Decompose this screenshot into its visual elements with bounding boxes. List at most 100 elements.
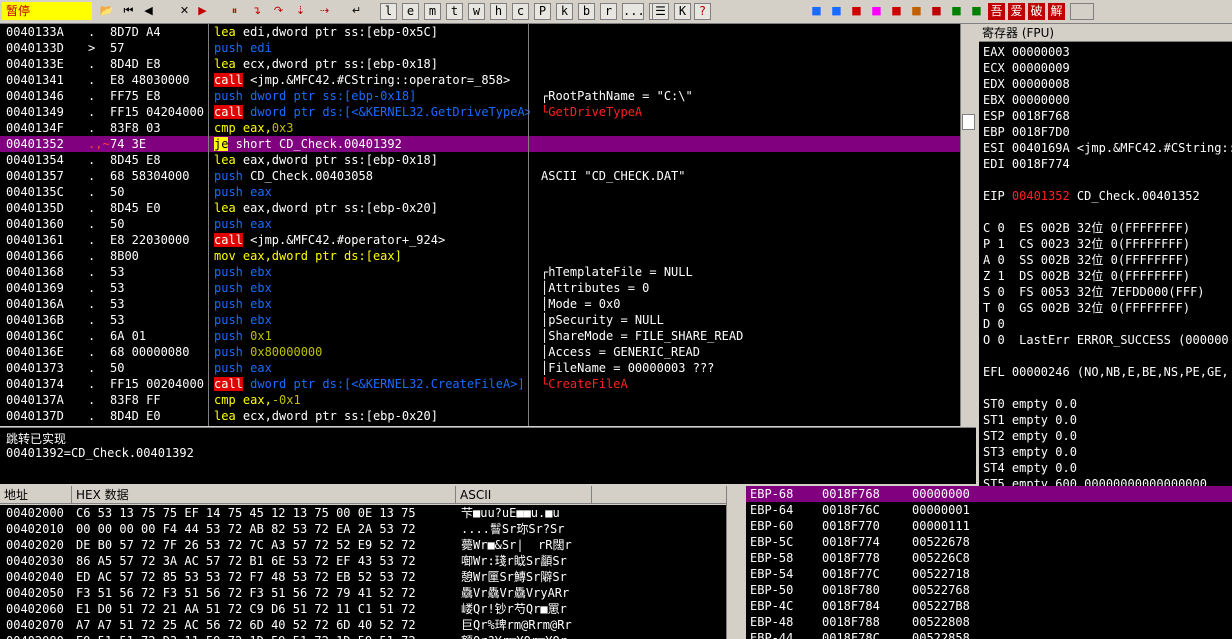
dump-row[interactable]: 00402000 C6 53 13 75 75 EF 14 75 45 12 13…: [0, 505, 726, 521]
register-line[interactable]: A 0 SS 002B 32位 0(FFFFFFFF): [983, 252, 1190, 268]
memory-icon[interactable]: ■: [948, 3, 965, 20]
record-icon[interactable]: ■: [868, 3, 885, 20]
toolbar-blank-button[interactable]: [1070, 3, 1094, 20]
register-line[interactable]: ESP 0018F768: [983, 108, 1070, 124]
stack-row[interactable]: EBP-58 0018F778 005226C8: [746, 550, 1232, 566]
dump-row[interactable]: 00402060 E1 D0 51 72 21 AA 51 72 C9 D6 51…: [0, 601, 726, 617]
disasm-row[interactable]: 00401352 .,~ 74 3E je short CD_Check.004013…: [0, 136, 960, 152]
execute-till-return-icon[interactable]: ↵: [348, 3, 365, 20]
register-line[interactable]: EDI 0018F774: [983, 156, 1070, 172]
stack-pane[interactable]: EBP-68 0018F768 00000000 EBP-64 0018F76C 0000…: [746, 486, 1232, 639]
toolbar-button-b[interactable]: b: [578, 3, 595, 20]
disasm-row[interactable]: 00401369. 53 push ebx │Attributes = 0: [0, 280, 960, 296]
register-line[interactable]: ST0 empty 0.0: [983, 396, 1077, 412]
dump-header-hex[interactable]: HEX 数据: [72, 486, 456, 504]
stack-row[interactable]: EBP-4C 0018F784 005227B8: [746, 598, 1232, 614]
disasm-row[interactable]: 00401360. 50 push eax: [0, 216, 960, 232]
grid-icon[interactable]: ■: [928, 3, 945, 20]
stack-row[interactable]: EBP-54 0018F77C 00522718: [746, 566, 1232, 582]
disasm-row[interactable]: 0040137D. 8D4D E0 lea ecx,dword ptr ss:[eb…: [0, 408, 960, 424]
plugin-button[interactable]: 解: [1048, 3, 1065, 20]
toolbar-button-k[interactable]: k: [556, 3, 573, 20]
registers-pane[interactable]: 寄存器 (FPU) EAX 00000003 ECX 00000009 EDX 00…: [979, 24, 1232, 486]
disasm-row[interactable]: 00401374. FF15 00204000 call dword ptr ds:…: [0, 376, 960, 392]
register-line[interactable]: EAX 00000003: [983, 44, 1070, 60]
pause-icon[interactable]: ⏸: [226, 3, 243, 20]
register-line[interactable]: Z 1 DS 002B 32位 0(FFFFFFFF): [983, 268, 1190, 284]
back-step-icon[interactable]: ◀: [140, 3, 157, 20]
cpu-scrollbar[interactable]: [960, 24, 976, 426]
disasm-row[interactable]: 0040135D. 8D45 E0 lea eax,dword ptr ss:[eb…: [0, 200, 960, 216]
register-line[interactable]: D 0: [983, 316, 1005, 332]
register-line[interactable]: ST1 empty 0.0: [983, 412, 1077, 428]
toolbar-button-l[interactable]: l: [380, 3, 397, 20]
disasm-row[interactable]: 0040134F. 83F8 03 cmp eax,0x3: [0, 120, 960, 136]
refresh-icon[interactable]: ■: [808, 3, 825, 20]
register-line[interactable]: EFL 00000246 (NO,NB,E,BE,NS,PE,GE,: [983, 364, 1229, 380]
dump-row[interactable]: 00402040 ED AC 57 72 85 53 53 72 F7 48 53…: [0, 569, 726, 585]
k-icon[interactable]: K: [674, 3, 691, 20]
plugin-button[interactable]: 破: [1028, 3, 1045, 20]
disasm-row[interactable]: 00401346. FF75 E8 push dword ptr ss:[ebp-0…: [0, 88, 960, 104]
disasm-row[interactable]: 0040133A. 8D7D A4 lea edi,dword ptr ss:[eb…: [0, 24, 960, 40]
step-into-icon[interactable]: ↴: [248, 3, 265, 20]
target-icon[interactable]: ■: [888, 3, 905, 20]
register-line[interactable]: T 0 GS 002B 32位 0(FFFFFFFF): [983, 300, 1190, 316]
trace-over-icon[interactable]: ⇢: [316, 3, 333, 20]
disasm-row[interactable]: 00401349. FF15 04204000 call dword ptr ds:…: [0, 104, 960, 120]
dump-header-ascii[interactable]: ASCII: [456, 486, 592, 504]
toolbar-button-m[interactable]: m: [424, 3, 441, 20]
register-line[interactable]: ST3 empty 0.0: [983, 444, 1077, 460]
toolbar-button-h[interactable]: h: [490, 3, 507, 20]
dump-scrollbar[interactable]: [726, 486, 744, 639]
register-line[interactable]: EBP 0018F7D0: [983, 124, 1070, 140]
register-line[interactable]: ST4 empty 0.0: [983, 460, 1077, 476]
stack-row[interactable]: EBP-50 0018F780 00522768: [746, 582, 1232, 598]
disasm-row[interactable]: 0040137A. 83F8 FF cmp eax,-0x1: [0, 392, 960, 408]
open-icon[interactable]: 📂: [98, 3, 115, 20]
register-line[interactable]: C 0 ES 002B 32位 0(FFFFFFFF): [983, 220, 1190, 236]
chip-icon[interactable]: ■: [968, 3, 985, 20]
disk-icon[interactable]: ■: [908, 3, 925, 20]
disasm-row[interactable]: 0040133E. 8D4D E8 lea ecx,dword ptr ss:[eb…: [0, 56, 960, 72]
register-line[interactable]: EDX 00000008: [983, 76, 1070, 92]
dump-row[interactable]: 00402010 00 00 00 00 F4 44 53 72 AB 82 53…: [0, 521, 726, 537]
plugin-button[interactable]: 爱: [1008, 3, 1025, 20]
disasm-row[interactable]: 00401354. 8D45 E8 lea eax,dword ptr ss:[eb…: [0, 152, 960, 168]
close-icon[interactable]: ✕: [176, 3, 193, 20]
toolbar-button-c[interactable]: c: [512, 3, 529, 20]
register-line[interactable]: EBX 00000000: [983, 92, 1070, 108]
toolbar-button-r[interactable]: r: [600, 3, 617, 20]
toolbar-button-t[interactable]: t: [446, 3, 463, 20]
dump-row[interactable]: 00402020 DE B0 57 72 7F 26 53 72 7C A3 57…: [0, 537, 726, 553]
dump-header-address[interactable]: 地址: [0, 486, 72, 504]
list-icon[interactable]: ■: [828, 3, 845, 20]
toolbar-button-e[interactable]: e: [402, 3, 419, 20]
register-line[interactable]: P 1 CS 0023 32位 0(FFFFFFFF): [983, 236, 1190, 252]
scroll-thumb[interactable]: [962, 114, 975, 130]
register-line[interactable]: EIP 00401352 CD_Check.00401352: [983, 188, 1200, 204]
a-icon[interactable]: ■: [848, 3, 865, 20]
stack-row[interactable]: EBP-64 0018F76C 00000001: [746, 502, 1232, 518]
help-icon[interactable]: ?: [694, 3, 711, 20]
stack-row[interactable]: EBP-5C 0018F774 00522678: [746, 534, 1232, 550]
stack-row[interactable]: EBP-60 0018F770 00000111: [746, 518, 1232, 534]
cpu-disassembly-pane[interactable]: 0040133A. 8D7D A4 lea edi,dword ptr ss:[eb…: [0, 24, 960, 426]
rewind-icon[interactable]: ⏮: [120, 3, 137, 20]
dump-row[interactable]: 00402070 A7 A7 51 72 25 AC 56 72 6D 40 52…: [0, 617, 726, 633]
disasm-row[interactable]: 00401361. E8 22030000 call <jmp.&MFC42.#op…: [0, 232, 960, 248]
dump-row[interactable]: 00402080 E9 51 51 72 D3 11 59 72 1D 59 51…: [0, 633, 726, 639]
disasm-row[interactable]: 00401373. 50 push eax │FileName = 00000003 …: [0, 360, 960, 376]
trace-into-icon[interactable]: ⇣: [292, 3, 309, 20]
disasm-row[interactable]: 00401341. E8 48030000 call <jmp.&MFC42.#CS…: [0, 72, 960, 88]
disasm-row[interactable]: 0040133D >57 push edi: [0, 40, 960, 56]
register-line[interactable]: ECX 00000009: [983, 60, 1070, 76]
disasm-row[interactable]: 0040136C. 6A 01 push 0x1 │ShareMode = FILE_…: [0, 328, 960, 344]
disasm-row[interactable]: 0040135C. 50 push eax: [0, 184, 960, 200]
toolbar-button-more[interactable]: ...: [622, 3, 645, 20]
disasm-row[interactable]: 00401366. 8B00 mov eax,dword ptr ds:[eax]: [0, 248, 960, 264]
disasm-row[interactable]: 0040136B. 53 push ebx │pSecurity = NULL: [0, 312, 960, 328]
toolbar-button-P[interactable]: P: [534, 3, 551, 20]
step-over-icon[interactable]: ↷: [270, 3, 287, 20]
register-line[interactable]: S 0 FS 0053 32位 7EFDD000(FFF): [983, 284, 1205, 300]
